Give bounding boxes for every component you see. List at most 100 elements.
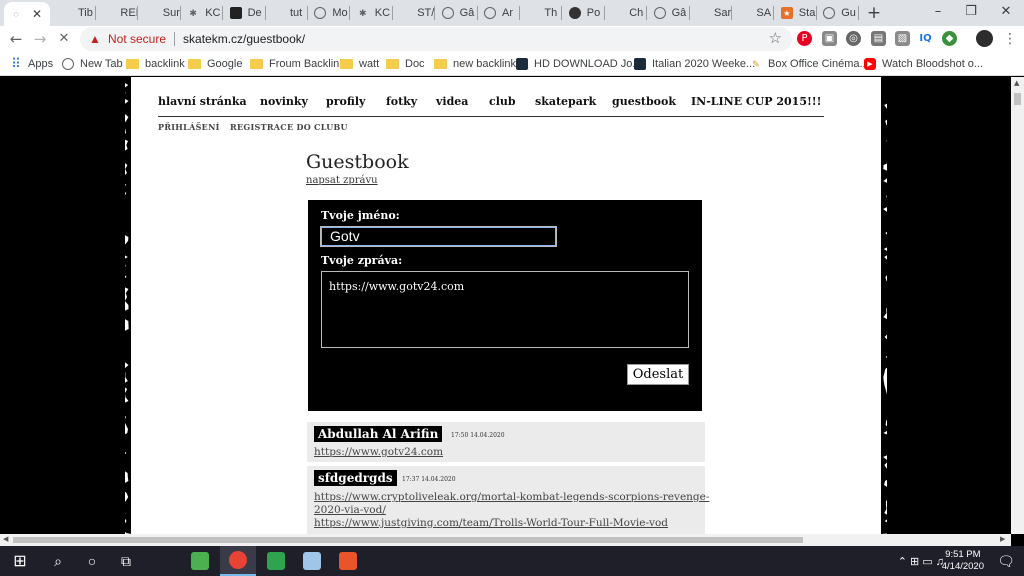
screenshot-extension-icon[interactable]: ▤ bbox=[871, 31, 886, 46]
bookmark-item[interactable]: backlink bbox=[126, 56, 185, 72]
nav-home[interactable]: hlavní stránka bbox=[158, 95, 247, 108]
blank-favicon-icon bbox=[696, 7, 708, 19]
pinterest-extension-icon[interactable]: P bbox=[797, 31, 812, 46]
profile-avatar[interactable] bbox=[976, 30, 993, 47]
bookmark-item[interactable]: New Tab bbox=[62, 56, 123, 72]
bookmark-star-icon[interactable]: ☆ bbox=[769, 29, 782, 47]
tab-active[interactable]: ◌ ✕ bbox=[4, 2, 50, 26]
cube-extension-icon[interactable]: ◆ bbox=[942, 31, 957, 46]
torn-edge-shape bbox=[119, 77, 131, 534]
new-message-link[interactable]: napsat zprávu bbox=[306, 175, 378, 186]
bookmark-item[interactable]: HD DOWNLOAD Jo... bbox=[516, 56, 642, 72]
nav-news[interactable]: novinky bbox=[260, 95, 308, 108]
nav-guestbook[interactable]: guestbook bbox=[612, 95, 676, 108]
editor-app-icon[interactable] bbox=[294, 546, 330, 576]
browser-tab[interactable]: REI bbox=[96, 0, 139, 26]
bookmark-item[interactable]: Doc bbox=[386, 56, 425, 72]
browser-tab[interactable]: ✱ KC bbox=[181, 0, 224, 26]
browser-tab[interactable]: Mo bbox=[308, 0, 351, 26]
bookmark-label: new backlink bbox=[453, 58, 516, 70]
camtasia-app-icon[interactable] bbox=[258, 546, 294, 576]
nav-photos[interactable]: fotky bbox=[386, 95, 417, 108]
bookmark-label: Froum Backlink bbox=[269, 58, 345, 70]
nav-club[interactable]: club bbox=[489, 95, 516, 108]
browser-tab[interactable]: De bbox=[224, 0, 266, 26]
close-tab-icon[interactable]: ✕ bbox=[32, 7, 42, 21]
iq-extension-icon[interactable]: IQ bbox=[918, 31, 933, 46]
nav-skatepark[interactable]: skatepark bbox=[535, 95, 596, 108]
bookmark-item[interactable]: Froum Backlink bbox=[250, 56, 345, 72]
browser-tab[interactable]: Po bbox=[563, 0, 605, 26]
minimize-button[interactable]: – bbox=[920, 2, 956, 22]
browser-tab[interactable]: Sur bbox=[139, 0, 181, 26]
browser-tab[interactable]: Ar bbox=[478, 0, 520, 26]
scroll-right-icon[interactable]: ▶ bbox=[1000, 535, 1005, 543]
tab-label: KC bbox=[205, 7, 221, 19]
restore-button[interactable]: ❐ bbox=[953, 2, 989, 22]
bookmark-item[interactable]: Google bbox=[188, 56, 242, 72]
bookmark-item[interactable]: new backlink bbox=[434, 56, 516, 72]
photo-extension-icon[interactable]: ▧ bbox=[895, 31, 910, 46]
nav-profiles[interactable]: profily bbox=[326, 95, 365, 108]
stop-button[interactable]: ✕ bbox=[54, 29, 74, 49]
nav-videos[interactable]: videa bbox=[436, 95, 468, 108]
scroll-up-icon[interactable]: ▲ bbox=[1014, 79, 1019, 87]
close-window-button[interactable]: ✕ bbox=[988, 2, 1024, 22]
login-link[interactable]: PŘIHLÁŠENÍ bbox=[158, 122, 220, 132]
address-bar[interactable]: ▲ Not secure skatekm.cz/guestbook/ ☆ bbox=[80, 27, 792, 51]
browser-tab[interactable]: SA bbox=[732, 0, 775, 26]
entry-link[interactable]: https://www.justgiving.com/team/Trolls-W… bbox=[314, 517, 668, 529]
entry-link[interactable]: https://www.cryptoliveleak.org/mortal-ko… bbox=[314, 491, 709, 503]
horizontal-scrollbar[interactable]: ◀ ▶ bbox=[0, 534, 1011, 546]
bookmark-label: backlink bbox=[145, 58, 185, 70]
chrome-app-icon[interactable] bbox=[220, 546, 256, 576]
new-tab-button[interactable]: + bbox=[864, 3, 884, 23]
back-button[interactable]: ← bbox=[6, 29, 26, 49]
horizontal-scroll-thumb[interactable] bbox=[13, 537, 803, 543]
message-textarea[interactable]: https://www.gotv24.com bbox=[321, 271, 689, 348]
nav-inline-cup[interactable]: IN-LINE CUP 2015!!! bbox=[691, 95, 821, 108]
task-view-icon[interactable]: ⧉ bbox=[108, 546, 144, 576]
browser-tab[interactable]: Tib bbox=[54, 0, 96, 26]
windows-start-icon[interactable]: ⊞ bbox=[0, 546, 40, 576]
entry-link[interactable]: https://www.gotv24.com bbox=[314, 446, 443, 458]
submit-button[interactable]: Odeslat bbox=[627, 364, 689, 385]
menu-kebab-icon[interactable]: ⋮ bbox=[1000, 29, 1020, 49]
browser-tab[interactable]: Sar bbox=[690, 0, 732, 26]
system-tray-icons[interactable]: ⌃ ⊞ ▭ ♫ bbox=[898, 546, 944, 576]
cortana-icon[interactable]: ○ bbox=[74, 546, 110, 576]
globe-extension-icon[interactable]: ◎ bbox=[846, 31, 861, 46]
browser-tab[interactable]: ✱ KC bbox=[351, 0, 393, 26]
vertical-scrollbar[interactable]: ▲ bbox=[1011, 77, 1024, 534]
image-extension-icon[interactable]: ▣ bbox=[822, 31, 837, 46]
pin-icon: ✎ bbox=[752, 58, 760, 69]
tab-label: KC bbox=[374, 7, 391, 19]
forward-button[interactable]: → bbox=[30, 29, 50, 49]
browser-tab[interactable]: Gu bbox=[817, 0, 860, 26]
register-link[interactable]: REGISTRACE DO CLUBU bbox=[230, 122, 348, 132]
browser-tab[interactable]: tut bbox=[266, 0, 308, 26]
notification-center-icon[interactable]: 🗨 bbox=[988, 546, 1024, 576]
scroll-left-icon[interactable]: ◀ bbox=[3, 535, 8, 543]
bookmark-item[interactable]: watt bbox=[340, 56, 379, 72]
globe-icon bbox=[62, 58, 74, 70]
vertical-scroll-thumb[interactable] bbox=[1014, 93, 1021, 105]
url-text[interactable]: skatekm.cz/guestbook/ bbox=[183, 32, 305, 46]
bookmark-item[interactable]: ✎ Box Office Cinéma... bbox=[750, 56, 868, 72]
browser-tab[interactable]: Gâ bbox=[648, 0, 690, 26]
notepad-app-icon[interactable] bbox=[182, 546, 218, 576]
browser-tab[interactable]: Ch bbox=[605, 0, 648, 26]
bookmark-item[interactable]: ⠿ Apps bbox=[10, 56, 53, 72]
browser-tab[interactable]: ST/ bbox=[393, 0, 436, 26]
recorder-app-icon[interactable] bbox=[330, 546, 366, 576]
search-icon[interactable]: ⌕ bbox=[40, 546, 76, 576]
security-status[interactable]: Not secure bbox=[108, 32, 166, 46]
browser-tab[interactable]: Gâ bbox=[436, 0, 478, 26]
browser-tab[interactable]: ★ Sta bbox=[775, 0, 817, 26]
system-clock[interactable]: 9:51 PM 4/14/2020 bbox=[942, 549, 984, 573]
entry-link-continued[interactable]: 2020-via-vod/ bbox=[314, 504, 386, 516]
bookmark-item[interactable]: Italian 2020 Weeke... bbox=[634, 56, 755, 72]
bookmark-item[interactable]: ▶ Watch Bloodshot o... bbox=[864, 56, 983, 72]
name-input[interactable]: Gotv bbox=[320, 226, 557, 247]
browser-tab[interactable]: Th bbox=[520, 0, 563, 26]
